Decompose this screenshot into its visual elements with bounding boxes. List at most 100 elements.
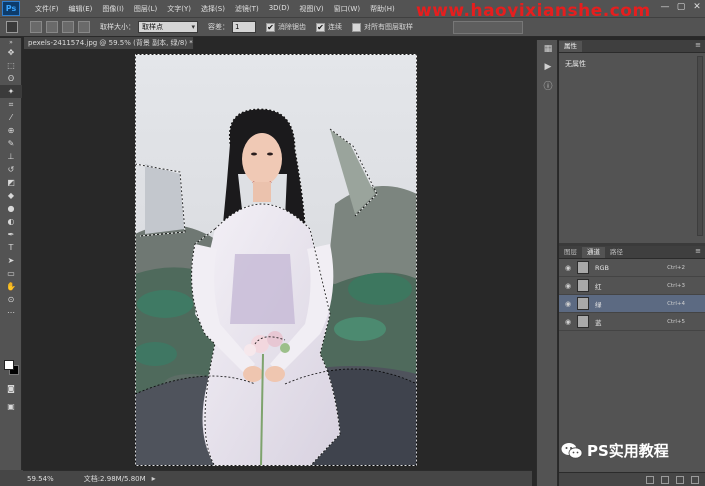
menu-select[interactable]: 选择(S) [196,4,230,14]
hand-tool-icon[interactable]: ✋ [0,280,22,293]
zoom-tool-icon[interactable]: ⊙ [0,293,22,306]
blur-tool-icon[interactable]: ● [0,202,22,215]
panel-dock-strip: ▦ ▶ ⓘ [536,40,558,486]
menu-window[interactable]: 窗口(W) [329,4,365,14]
more-tools-icon[interactable]: ⋯ [0,306,22,319]
sample-all-layers-checkbox[interactable] [352,22,361,32]
menu-filter[interactable]: 滤镜(T) [230,4,264,14]
document-title: pexels-2411574.jpg @ 59.5% (背景 副本, 绿/8) … [28,39,193,47]
subtract-selection-icon[interactable] [62,21,74,33]
channels-menu-icon[interactable]: ≡ [695,247,701,255]
paint-bucket-tool-icon[interactable]: ◆ [0,189,22,202]
path-selection-tool-icon[interactable]: ➤ [0,254,22,267]
magic-wand-tool-icon[interactable]: ✦ [0,85,22,98]
history-panel-icon[interactable]: ▦ [537,40,559,58]
dodge-tool-icon[interactable]: ◐ [0,215,22,228]
new-channel-icon[interactable] [676,475,684,484]
properties-content: 无属性 [565,60,586,68]
channel-thumbnail [577,297,589,310]
menu-view[interactable]: 视图(V) [294,4,328,14]
channel-shortcut: Ctrl+2 [667,264,685,271]
photoshop-logo: Ps [2,1,20,16]
crop-tool-icon[interactable]: ⌗ [0,98,22,111]
pen-tool-icon[interactable]: ✒ [0,228,22,241]
tab-layers[interactable]: 图层 [559,247,582,258]
antialias-checkbox[interactable]: ✔ [266,22,275,32]
history-brush-tool-icon[interactable]: ↺ [0,163,22,176]
channel-row-rgb[interactable]: ◉ RGB Ctrl+2 [559,259,705,277]
magic-wand-icon[interactable] [6,21,18,33]
brand-text: PS实用教程 [587,442,669,460]
channel-shortcut: Ctrl+5 [667,318,685,325]
quick-mask-icon[interactable]: ◙ [0,382,22,395]
channel-row-blue[interactable]: ◉ 蓝 Ctrl+5 [559,313,705,331]
load-selection-icon[interactable] [646,475,654,484]
actions-panel-icon[interactable]: ▶ [537,58,559,76]
channel-row-red[interactable]: ◉ 红 Ctrl+3 [559,277,705,295]
refine-edge-button[interactable] [453,20,523,34]
tolerance-input[interactable]: 1 [232,21,256,33]
color-swatches[interactable] [4,360,20,376]
eye-icon[interactable]: ◉ [562,264,574,272]
menu-file[interactable]: 文件(F) [30,4,64,14]
type-tool-icon[interactable]: T [0,241,22,254]
canvas-area[interactable] [23,49,532,470]
sample-size-select[interactable]: 取样点 [138,21,198,33]
tab-paths[interactable]: 路径 [605,247,628,258]
menu-help[interactable]: 帮助(H) [365,4,400,14]
foreground-color-swatch[interactable] [4,360,14,370]
marquee-tool-icon[interactable]: ⬚ [0,59,22,72]
sample-all-layers-option[interactable]: 对所有图层取样 [352,22,413,32]
intersect-selection-icon[interactable] [78,21,90,33]
menu-3d[interactable]: 3D(D) [264,4,295,14]
document-size-info: 文档:2.98M/5.80M [83,474,146,483]
eraser-tool-icon[interactable]: ◩ [0,176,22,189]
document-image[interactable] [135,54,417,466]
channels-empty-area [559,331,705,451]
brand-watermark: PS实用教程 [561,440,669,461]
document-tab[interactable]: pexels-2411574.jpg @ 59.5% (背景 副本, 绿/8) … [24,37,194,49]
shape-tool-icon[interactable]: ▭ [0,267,22,280]
new-selection-icon[interactable] [30,21,42,33]
menu-image[interactable]: 图像(I) [97,4,129,14]
save-selection-icon[interactable] [661,475,669,484]
clone-stamp-tool-icon[interactable]: ⊥ [0,150,22,163]
eye-icon[interactable]: ◉ [562,300,574,308]
minimize-button[interactable]: — [660,2,670,12]
close-window-button[interactable]: ✕ [692,2,702,12]
channels-footer [559,472,705,486]
move-tool-icon[interactable]: ✥ [0,46,22,59]
healing-brush-tool-icon[interactable]: ⊕ [0,124,22,137]
properties-menu-icon[interactable]: ≡ [695,41,701,49]
channel-row-green[interactable]: ◉ 绿 Ctrl+4 [559,295,705,313]
channel-thumbnail [577,315,589,328]
channel-name: 蓝 [595,318,602,327]
status-menu-arrow-icon[interactable]: ▸ [152,474,156,483]
menu-type[interactable]: 文字(Y) [162,4,196,14]
tab-properties[interactable]: 属性 [559,41,582,52]
channel-shortcut: Ctrl+4 [667,300,685,307]
contiguous-checkbox[interactable]: ✔ [316,22,325,32]
contiguous-option[interactable]: ✔ 连续 [316,22,342,32]
screen-mode-icon[interactable]: ▣ [0,400,22,413]
channel-thumbnail [577,279,589,292]
collapse-icon[interactable]: » [0,38,22,46]
zoom-level[interactable]: 59.54% [27,475,54,483]
menu-edit[interactable]: 编辑(E) [64,4,98,14]
lasso-tool-icon[interactable]: ʘ [0,72,22,85]
info-panel-icon[interactable]: ⓘ [537,76,559,94]
eye-icon[interactable]: ◉ [562,318,574,326]
menu-layer[interactable]: 图层(L) [129,4,162,14]
delete-channel-icon[interactable] [691,475,699,484]
eye-icon[interactable]: ◉ [562,282,574,290]
properties-scrollbar[interactable] [697,56,703,236]
brush-tool-icon[interactable]: ✎ [0,137,22,150]
channel-shortcut: Ctrl+3 [667,282,685,289]
add-selection-icon[interactable] [46,21,58,33]
eyedropper-tool-icon[interactable]: ⁄ [0,111,22,124]
antialias-option[interactable]: ✔ 消除锯齿 [266,22,306,32]
channel-name: 绿 [595,300,602,309]
maximize-button[interactable]: ▢ [676,2,686,12]
channel-thumbnail [577,261,589,274]
tab-channels[interactable]: 通道 [582,247,605,258]
